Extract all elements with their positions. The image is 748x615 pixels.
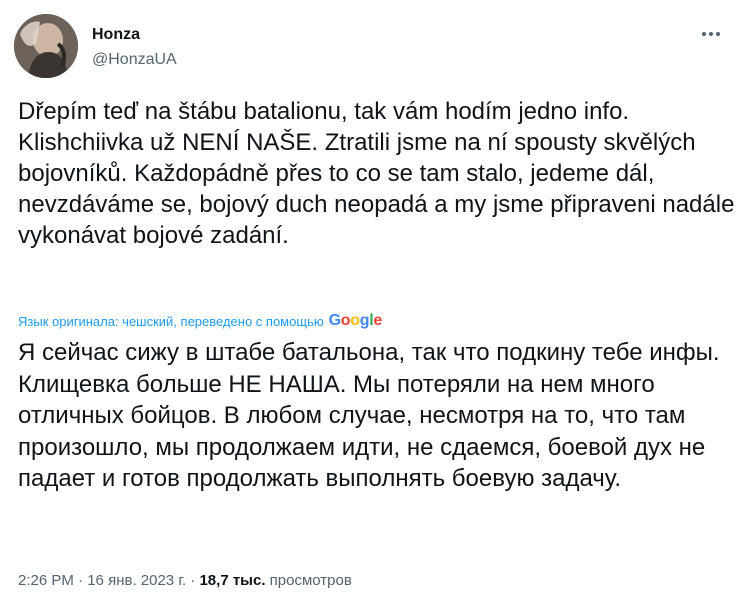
tweet-meta: 2:26 PM · 16 янв. 2023 г. · 18,7 тыс. пр…	[18, 572, 352, 589]
more-horizontal-icon-dot	[716, 32, 720, 36]
avatar[interactable]	[14, 14, 78, 78]
more-horizontal-icon-dot	[709, 32, 713, 36]
google-logo: Google	[328, 312, 383, 329]
tweet-date[interactable]: 16 янв. 2023 г.	[87, 572, 186, 589]
views-count[interactable]: 18,7 тыс.	[199, 572, 265, 589]
avatar-image	[14, 14, 78, 78]
more-options-button[interactable]	[696, 22, 726, 46]
author-name[interactable]: Honza	[92, 26, 140, 44]
translation-note[interactable]: Язык оригинала: чешский, переведено с по…	[18, 312, 382, 330]
meta-separator: ·	[78, 572, 84, 589]
views-label: просмотров	[269, 572, 352, 589]
author-handle[interactable]: @HonzaUA	[92, 51, 177, 69]
more-horizontal-icon	[702, 32, 706, 36]
meta-separator: ·	[190, 572, 196, 589]
tweet-time[interactable]: 2:26 PM	[18, 572, 74, 589]
translated-tweet-text: Я сейчас сижу в штабе батальона, так что…	[18, 339, 720, 492]
tweet-text: Dřepím teď na štábu batalionu, tak vám h…	[18, 98, 735, 249]
translation-note-label: Язык оригинала: чешский, переведено с по…	[18, 313, 324, 329]
